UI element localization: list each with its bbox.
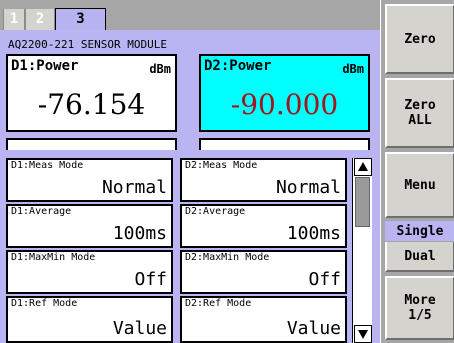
tab-strip: 1 2 3 [0, 0, 380, 30]
d1-power-unit: dBm [149, 62, 171, 76]
d2-average-cell[interactable]: D2:Average 100ms [180, 204, 347, 248]
tab-2[interactable]: 2 [25, 9, 55, 30]
more-button[interactable]: More 1/5 [385, 276, 454, 340]
d1-meas-mode-value: Normal [101, 177, 167, 198]
d2-average-label: D2:Average [185, 206, 246, 217]
d1-ref-mode-cell[interactable]: D1:Ref Mode Value [6, 296, 173, 343]
softkey-panel: Zero Zero ALL Menu Single Dual More 1/5 [380, 0, 454, 343]
d1-average-cell[interactable]: D1:Average 100ms [6, 204, 173, 248]
d1-power-value: -76.154 [37, 88, 146, 121]
d2-average-value: 100ms [286, 223, 341, 244]
d2-meas-mode-cell[interactable]: D2:Meas Mode Normal [180, 158, 347, 202]
d1-ref-mode-label: D1:Ref Mode [11, 298, 78, 309]
d2-maxmin-mode-value: Off [308, 269, 341, 290]
sensor-module-panel: AQ2200-221 SENSOR MODULE D1:Power dBm -7… [0, 30, 380, 343]
d2-meas-mode-value: Normal [275, 177, 341, 198]
d2-ref-mode-cell[interactable]: D2:Ref Mode Value [180, 296, 347, 343]
d2-maxmin-mode-label: D2:MaxMin Mode [185, 252, 270, 263]
d2-sub-display [199, 138, 370, 150]
d2-maxmin-mode-cell[interactable]: D2:MaxMin Mode Off [180, 250, 347, 294]
menu-button[interactable]: Menu [385, 152, 454, 218]
d1-maxmin-mode-cell[interactable]: D1:MaxMin Mode Off [6, 250, 173, 294]
dual-option[interactable]: Dual [385, 242, 454, 272]
scroll-up-icon[interactable] [354, 158, 372, 176]
d1-sub-display [6, 138, 177, 150]
d1-power-label: D1:Power [11, 58, 79, 74]
d2-power-unit: dBm [342, 62, 364, 76]
d2-ref-mode-value: Value [286, 318, 341, 339]
tab-3[interactable]: 3 [55, 8, 106, 30]
single-option[interactable]: Single [385, 221, 454, 241]
zero-all-button[interactable]: Zero ALL [385, 78, 454, 148]
d1-average-label: D1:Average [11, 206, 72, 217]
d1-power-display[interactable]: D1:Power dBm -76.154 [6, 54, 177, 132]
d2-power-label: D2:Power [204, 58, 272, 74]
scroll-thumb[interactable] [355, 177, 370, 227]
tab-1[interactable]: 1 [3, 9, 25, 30]
d1-average-value: 100ms [112, 223, 167, 244]
module-title: AQ2200-221 SENSOR MODULE [8, 38, 167, 51]
d2-meas-mode-label: D2:Meas Mode [185, 160, 258, 171]
settings-scrollbar[interactable] [352, 158, 372, 343]
d1-meas-mode-label: D1:Meas Mode [11, 160, 84, 171]
d1-meas-mode-cell[interactable]: D1:Meas Mode Normal [6, 158, 173, 202]
zero-button[interactable]: Zero [385, 4, 454, 74]
d2-power-value: -90.000 [230, 88, 339, 121]
d2-ref-mode-label: D2:Ref Mode [185, 298, 252, 309]
d1-maxmin-mode-label: D1:MaxMin Mode [11, 252, 96, 263]
d1-ref-mode-value: Value [112, 318, 167, 339]
d1-maxmin-mode-value: Off [134, 269, 167, 290]
scroll-down-icon[interactable] [354, 325, 372, 343]
d2-power-display[interactable]: D2:Power dBm -90.000 [199, 54, 370, 132]
